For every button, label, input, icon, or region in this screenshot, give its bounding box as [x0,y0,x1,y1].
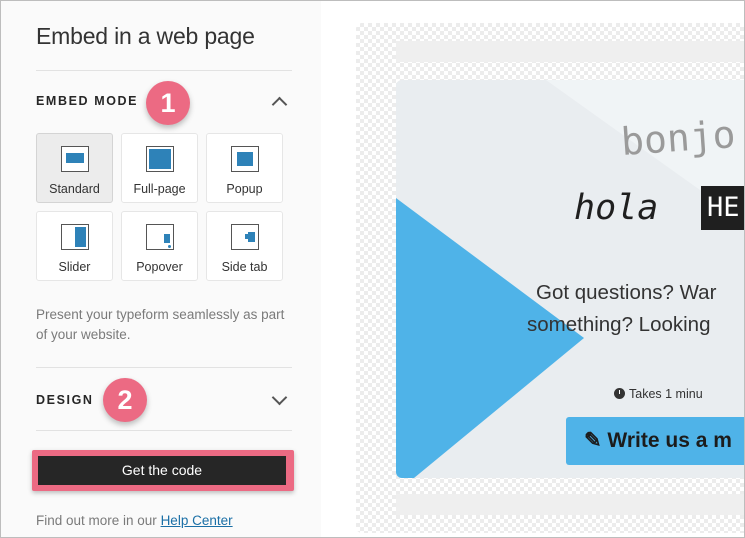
mode-slider[interactable]: Slider [36,211,113,281]
hello-tag: HE [701,186,744,230]
mode-label: Standard [49,182,100,196]
preview-question-line-2: something? Looking [527,313,711,336]
slider-mode-icon [60,224,89,250]
mode-standard[interactable]: Standard [36,133,113,203]
mode-popup[interactable]: Popup [206,133,283,203]
write-us-button[interactable]: ✎ Write us a m [566,417,744,465]
get-code-button[interactable]: Get the code [38,456,286,485]
get-code-highlight: Get the code [32,450,294,491]
step-1-badge: 1 [146,81,190,125]
mode-label: Side tab [221,260,268,274]
preview-placeholder-bar [396,41,744,62]
embed-mode-heading: EMBED MODE [36,94,139,108]
mode-side-tab[interactable]: Side tab [206,211,283,281]
full-page-mode-icon [145,146,174,172]
divider [36,430,292,431]
standard-mode-icon [60,146,89,172]
time-estimate: Takes 1 minu [614,387,703,401]
design-heading: DESIGN [36,393,94,407]
preview-placeholder-bar [396,494,744,515]
time-estimate-text: Takes 1 minu [629,387,703,401]
hola-handwriting: hola [574,188,659,228]
embed-mode-grid: Standard Full-page Popup Slider Popover … [36,133,284,281]
form-preview: bonjo hola HE Got questions? War somethi… [356,23,744,533]
panel-title: Embed in a web page [36,23,255,49]
bonjour-handwriting: bonjo [619,112,737,164]
clock-icon [614,388,625,399]
embed-dialog: Embed in a web page EMBED MODE 1 Standar… [0,0,745,538]
popover-mode-icon [145,224,174,250]
preview-question-line-1: Got questions? War [536,281,717,304]
help-text: Find out more in our Help Center [36,513,233,528]
popup-mode-icon [230,146,259,172]
mode-full-page[interactable]: Full-page [121,133,198,203]
mode-label: Full-page [133,182,186,196]
side-tab-mode-icon [230,224,259,250]
embed-settings-panel: Embed in a web page EMBED MODE 1 Standar… [1,1,321,537]
help-center-link[interactable]: Help Center [161,513,233,528]
step-2-badge: 2 [103,378,147,422]
mode-label: Popup [226,182,263,196]
divider [36,70,292,71]
divider [36,367,292,368]
mode-label: Popover [136,260,183,274]
mode-popover[interactable]: Popover [121,211,198,281]
chevron-up-icon[interactable] [271,96,288,113]
embed-mode-description: Present your typeform seamlessly as part… [36,307,285,342]
chevron-down-icon[interactable] [271,389,288,406]
help-prefix: Find out more in our [36,513,161,528]
mode-label: Slider [58,260,91,274]
